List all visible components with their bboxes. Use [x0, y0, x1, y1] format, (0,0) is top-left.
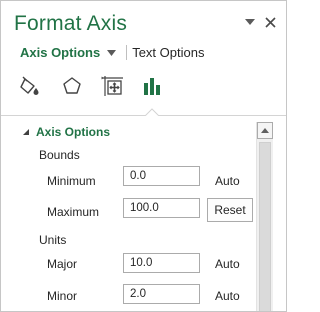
major-auto-label: Auto [215, 257, 240, 271]
options-tabs: Axis Options Text Options [20, 45, 204, 60]
minimum-label: Minimum [47, 174, 96, 188]
maximum-label: Maximum [47, 205, 100, 219]
bounds-label: Bounds [39, 148, 80, 162]
chevron-down-icon [245, 19, 255, 25]
chevron-up-icon [261, 128, 269, 133]
maximum-bound-input[interactable] [123, 198, 200, 218]
fill-line-tab[interactable] [18, 73, 42, 99]
chevron-down-icon [107, 49, 117, 56]
fill-line-icon [20, 76, 39, 95]
format-axis-pane: Format Axis Axis Options Text Options Ax… [0, 0, 287, 312]
close-icon [264, 16, 276, 28]
axis-options-dropdown[interactable] [107, 49, 117, 56]
size-properties-icon [101, 76, 123, 96]
scroll-up-button[interactable] [257, 122, 273, 139]
tab-separator [126, 45, 128, 60]
scroll-thumb[interactable] [259, 142, 271, 311]
minimum-auto-label: Auto [215, 174, 240, 188]
vertical-scrollbar[interactable] [256, 122, 273, 311]
axis-options-content: Axis Options Bounds Minimum Auto Maximum… [1, 116, 256, 311]
major-label: Major [47, 257, 78, 271]
pane-controls [244, 16, 276, 28]
maximum-reset-button[interactable]: Reset [207, 198, 253, 222]
pane-options-button[interactable] [244, 17, 256, 27]
axis-options-tab[interactable] [140, 73, 164, 99]
size-properties-tab[interactable] [101, 73, 125, 99]
section-title: Axis Options [36, 125, 111, 139]
axis-options-icon [144, 78, 160, 95]
axis-options-section-header[interactable]: Axis Options [22, 125, 110, 139]
collapse-triangle-icon [23, 129, 29, 135]
minor-unit-input[interactable] [123, 284, 200, 304]
effects-tab[interactable] [60, 73, 84, 99]
units-label: Units [39, 233, 67, 247]
selected-tab-indicator [145, 108, 159, 116]
tab-text-options[interactable]: Text Options [132, 45, 204, 60]
pane-title: Format Axis [14, 12, 128, 35]
minor-label: Minor [47, 289, 78, 303]
minimum-bound-input[interactable] [123, 166, 200, 186]
minor-auto-label: Auto [215, 289, 240, 303]
major-unit-input[interactable] [123, 253, 200, 273]
effects-icon [63, 77, 81, 94]
tab-axis-options[interactable]: Axis Options [20, 45, 100, 60]
close-pane-button[interactable] [264, 16, 276, 28]
